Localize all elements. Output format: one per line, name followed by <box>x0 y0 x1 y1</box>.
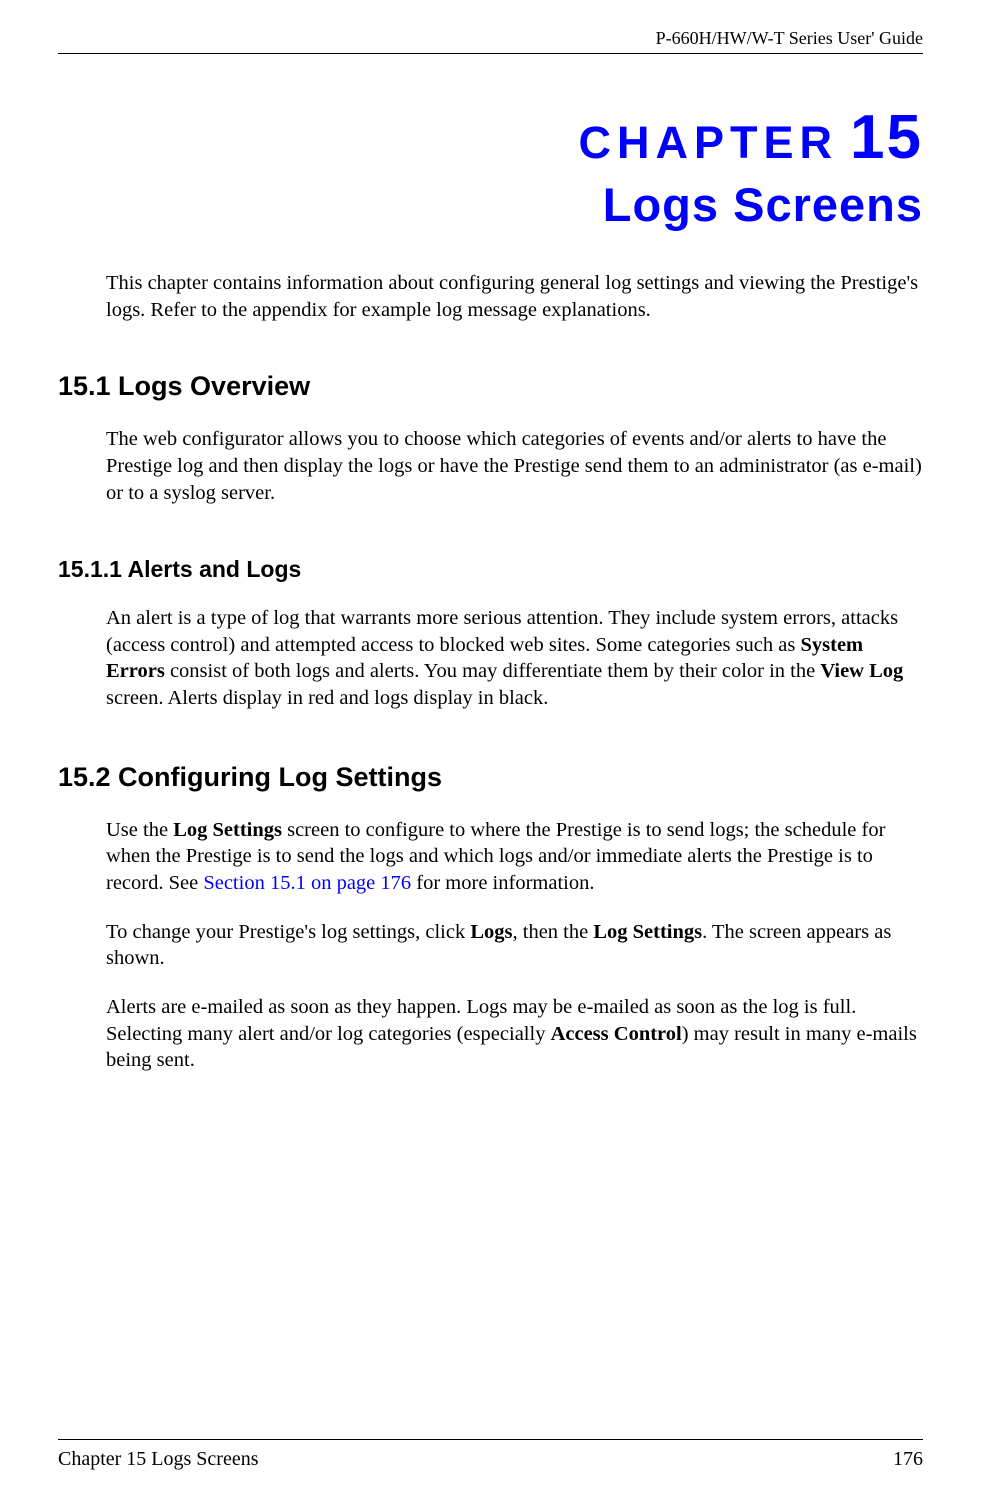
chapter-heading: CHAPTER 15 Logs Screens <box>58 102 923 232</box>
chapter-title: Logs Screens <box>58 177 923 232</box>
text-fragment: consist of both logs and alerts. You may… <box>165 660 821 682</box>
guide-title: P-660H/HW/W-T Series User' Guide <box>656 28 923 48</box>
section-body-15-1: The web configurator allows you to choos… <box>106 426 923 506</box>
bold-logs: Logs <box>470 921 512 943</box>
page-header: P-660H/HW/W-T Series User' Guide <box>58 28 923 54</box>
paragraph-1: Use the Log Settings screen to configure… <box>106 817 923 897</box>
text-fragment: An alert is a type of log that warrants … <box>106 607 898 656</box>
chapter-label: CHAPTER <box>579 117 839 168</box>
footer-chapter-label: Chapter 15 Logs Screens <box>58 1448 259 1471</box>
bold-access-control: Access Control <box>551 1023 682 1045</box>
text-fragment: Use the <box>106 819 173 841</box>
section-15-2: 15.2 Configuring Log Settings Use the Lo… <box>58 762 923 1102</box>
section-15-1-1: 15.1.1 Alerts and Logs An alert is a typ… <box>58 556 923 740</box>
subsection-heading-15-1-1: 15.1.1 Alerts and Logs <box>58 556 923 583</box>
bold-log-settings: Log Settings <box>173 819 282 841</box>
bold-log-settings-2: Log Settings <box>593 921 702 943</box>
text-fragment: , then the <box>513 921 594 943</box>
link-section-15-1[interactable]: Section 15.1 on page 176 <box>203 872 411 894</box>
section-heading-15-2: 15.2 Configuring Log Settings <box>58 762 923 793</box>
footer-page-number: 176 <box>893 1448 923 1471</box>
paragraph-2: To change your Prestige's log settings, … <box>106 919 923 972</box>
section-body-15-2: Use the Log Settings screen to configure… <box>106 817 923 1074</box>
text-fragment: To change your Prestige's log settings, … <box>106 921 470 943</box>
section-15-1: 15.1 Logs Overview The web configurator … <box>58 371 923 534</box>
chapter-number: 15 <box>850 103 923 172</box>
subsection-body-15-1-1: An alert is a type of log that warrants … <box>106 605 923 712</box>
bold-view-log: View Log <box>820 660 903 682</box>
chapter-label-row: CHAPTER 15 <box>58 102 923 173</box>
text-fragment: for more information. <box>411 872 594 894</box>
chapter-intro: This chapter contains information about … <box>106 270 923 323</box>
text-fragment: screen. Alerts display in red and logs d… <box>106 687 548 709</box>
paragraph-3: Alerts are e-mailed as soon as they happ… <box>106 994 923 1074</box>
section-heading-15-1: 15.1 Logs Overview <box>58 371 923 402</box>
page-footer: Chapter 15 Logs Screens 176 <box>58 1439 923 1471</box>
